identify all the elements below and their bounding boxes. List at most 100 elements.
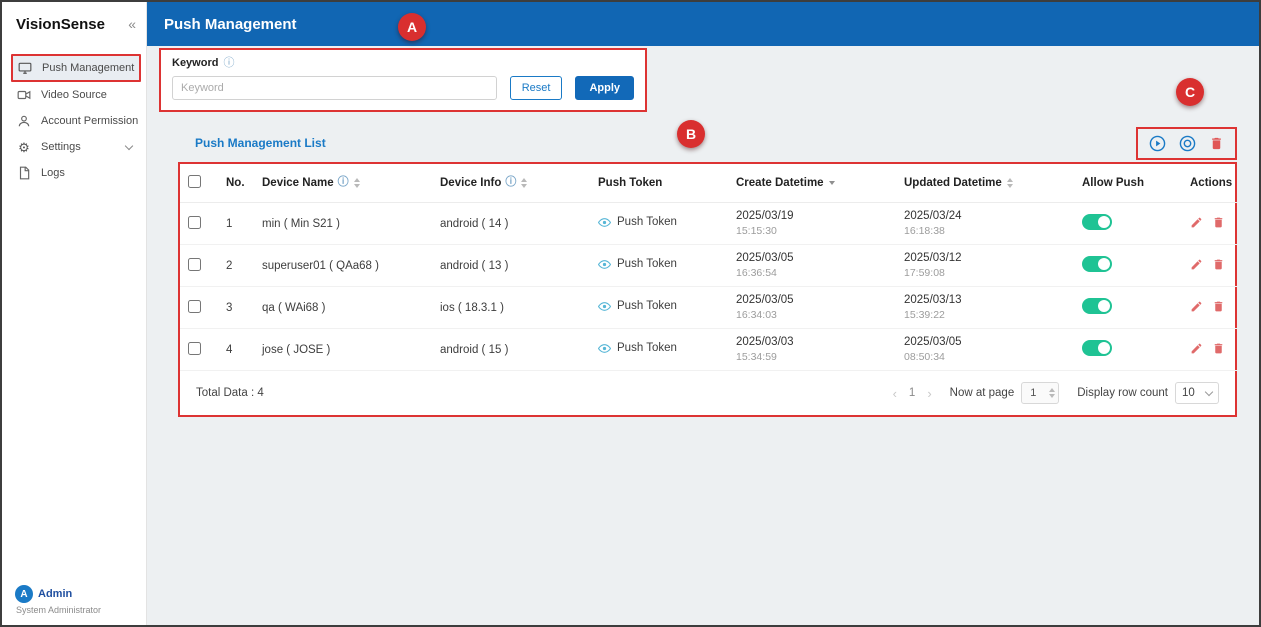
row-checkbox[interactable]: [188, 258, 201, 271]
push-management-table: No. Device Nameⓘ Device Infoⓘ Push Token…: [180, 164, 1237, 371]
list-section: Push Management List: [178, 125, 1237, 417]
create-date: 2025/03/05: [736, 252, 888, 264]
pagination: ‹ 1 ›: [893, 386, 932, 401]
device-info: ios ( 18.3.1 ): [432, 287, 590, 329]
sort-icon[interactable]: [521, 178, 527, 188]
push-token-link[interactable]: Push Token: [598, 258, 677, 271]
top-header: Push Management: [147, 2, 1259, 46]
keyword-input[interactable]: [172, 76, 497, 100]
table-row: 3qa ( WAi68 )ios ( 18.3.1 ) Push Token 202…: [180, 287, 1237, 329]
eye-icon: [598, 258, 611, 271]
delete-icon[interactable]: [1212, 342, 1225, 355]
app-window: VisionSense « Push Management Video Sour…: [0, 0, 1261, 627]
update-time: 17:59:08: [904, 267, 1066, 279]
row-number: 1: [218, 203, 254, 245]
user-icon: [16, 114, 32, 128]
sidebar-item-push-management[interactable]: Push Management: [11, 54, 141, 82]
select-all-checkbox[interactable]: [188, 175, 201, 188]
sidebar-item-account-permission[interactable]: Account Permission: [2, 108, 146, 134]
col-push-token: Push Token: [590, 164, 728, 203]
sidebar-user[interactable]: A Admin System Administrator: [15, 585, 101, 615]
sidebar-item-video-source[interactable]: Video Source: [2, 82, 146, 108]
display-row-count-label: Display row count: [1077, 387, 1168, 399]
update-time: 16:18:38: [904, 225, 1066, 237]
now-at-page-label: Now at page: [950, 387, 1015, 399]
create-date: 2025/03/19: [736, 210, 888, 222]
sidebar-nav: Push Management Video Source Account Per…: [2, 46, 146, 186]
row-checkbox[interactable]: [188, 342, 201, 355]
sort-icon[interactable]: [1007, 178, 1013, 188]
info-icon[interactable]: ⓘ: [223, 58, 234, 69]
row-count-select[interactable]: 10: [1175, 382, 1219, 404]
reset-button[interactable]: Reset: [510, 76, 563, 100]
create-date: 2025/03/05: [736, 294, 888, 306]
app-title: VisionSense: [16, 16, 105, 33]
table-body: 1min ( Min S21 )android ( 14 )Push Token…: [180, 203, 1237, 371]
info-icon[interactable]: ⓘ: [338, 176, 349, 188]
row-number: 3: [218, 287, 254, 329]
push-token-link[interactable]: Push Token: [598, 342, 677, 355]
page-number[interactable]: 1: [909, 387, 915, 399]
delete-icon[interactable]: [1212, 300, 1225, 313]
stop-circle-icon[interactable]: [1179, 135, 1196, 152]
send-push-play-circle-icon[interactable]: [1149, 135, 1166, 152]
update-time: 15:39:22: [904, 309, 1066, 321]
delete-icon[interactable]: [1212, 216, 1225, 229]
table-row: 4jose ( JOSE )android ( 15 )Push Token20…: [180, 329, 1237, 371]
sort-desc-icon[interactable]: [829, 181, 835, 185]
page-input[interactable]: [1028, 386, 1044, 400]
device-info: android ( 14 ): [432, 203, 590, 245]
collapse-sidebar-icon[interactable]: «: [128, 16, 136, 32]
col-device-name: Device Nameⓘ: [254, 164, 432, 203]
table-header-row: No. Device Nameⓘ Device Infoⓘ Push Token…: [180, 164, 1237, 203]
delete-selected-trash-icon[interactable]: [1209, 136, 1224, 151]
device-info: android ( 15 ): [432, 329, 590, 371]
sidebar-item-logs[interactable]: Logs: [2, 160, 146, 186]
edit-icon[interactable]: [1190, 216, 1203, 229]
allow-push-toggle[interactable]: [1082, 340, 1112, 356]
row-checkbox[interactable]: [188, 300, 201, 313]
allow-push-toggle[interactable]: [1082, 298, 1112, 314]
sidebar-item-label: Settings: [41, 141, 81, 153]
device-name: jose ( JOSE ): [254, 329, 432, 371]
row-checkbox[interactable]: [188, 216, 201, 229]
sort-icon[interactable]: [354, 178, 360, 188]
edit-icon[interactable]: [1190, 300, 1203, 313]
list-header-strip: Push Management List: [178, 125, 1237, 161]
push-token-link[interactable]: Push Token: [598, 216, 677, 229]
create-date: 2025/03/03: [736, 336, 888, 348]
create-time: 15:15:30: [736, 225, 888, 237]
annotation-box-filter: Keyword ⓘ Reset Apply: [159, 48, 647, 112]
create-time: 16:36:54: [736, 267, 888, 279]
delete-icon[interactable]: [1212, 258, 1225, 271]
gear-icon: ⚙: [16, 141, 32, 154]
prev-page-icon[interactable]: ‹: [893, 386, 897, 401]
video-camera-icon: [16, 88, 32, 102]
col-allow-push: Allow Push: [1074, 164, 1182, 203]
page-input-box: [1021, 382, 1059, 404]
push-token-link[interactable]: Push Token: [598, 300, 677, 313]
eye-icon: [598, 216, 611, 229]
allow-push-toggle[interactable]: [1082, 214, 1112, 230]
row-count-value: 10: [1182, 387, 1195, 399]
device-name: superuser01 ( QAa68 ): [254, 245, 432, 287]
apply-button[interactable]: Apply: [575, 76, 634, 100]
edit-icon[interactable]: [1190, 258, 1203, 271]
info-icon[interactable]: ⓘ: [505, 176, 516, 188]
allow-push-toggle[interactable]: [1082, 256, 1112, 272]
annotation-badge-c: C: [1176, 78, 1204, 106]
col-no: No.: [218, 164, 254, 203]
create-time: 16:34:03: [736, 309, 888, 321]
col-actions: Actions: [1182, 164, 1237, 203]
device-name: qa ( WAi68 ): [254, 287, 432, 329]
annotation-badge-b: B: [677, 120, 705, 148]
sidebar-item-settings[interactable]: ⚙ Settings: [2, 134, 146, 160]
keyword-filter-card: Keyword ⓘ Reset Apply: [161, 50, 645, 110]
create-time: 15:34:59: [736, 351, 888, 363]
next-page-icon[interactable]: ›: [927, 386, 931, 401]
sidebar-item-label: Account Permission: [41, 115, 138, 127]
edit-icon[interactable]: [1190, 342, 1203, 355]
avatar: A: [15, 585, 33, 603]
page-stepper[interactable]: [1049, 388, 1055, 398]
chevron-down-icon: [125, 141, 133, 149]
